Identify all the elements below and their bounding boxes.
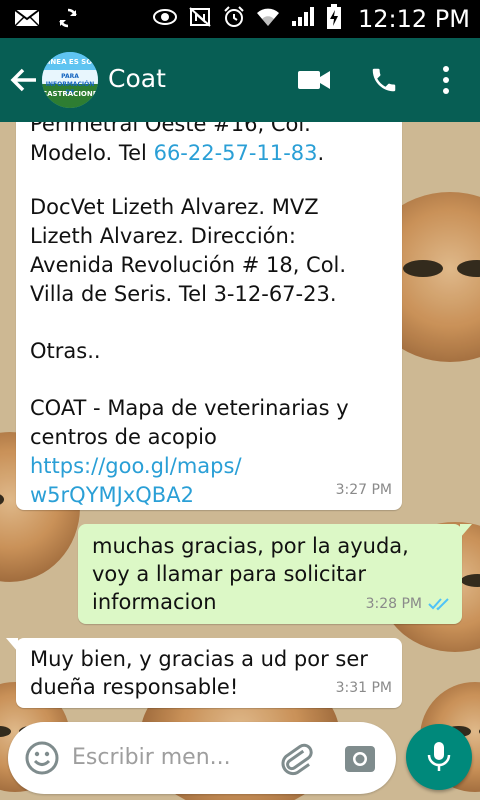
nfc-off-icon <box>188 6 212 32</box>
phone-number-link[interactable]: 66-22-57-11-83 <box>154 141 318 165</box>
video-call-icon <box>298 71 330 89</box>
attach-button[interactable] <box>278 740 314 776</box>
message-bubble-outgoing[interactable]: muchas gracias, por la ayuda, voy a llam… <box>78 524 472 624</box>
more-vert-icon <box>443 66 449 94</box>
message-text: DocVet Lizeth Alvarez. MVZ Lizeth Alvare… <box>30 195 347 306</box>
message-text: Otras.. <box>30 339 101 363</box>
double-check-read-icon <box>428 598 449 611</box>
battery-charging-icon <box>326 4 342 34</box>
back-arrow-icon <box>10 68 36 92</box>
avatar-line-1: LÍNEA ES SOL <box>43 58 97 66</box>
message-time: 3:27 PM <box>335 482 392 498</box>
more-options-button[interactable] <box>426 60 466 100</box>
message-bubble-incoming[interactable]: Muy bien, y gracias a ud por ser dueña r… <box>6 638 402 708</box>
camera-button[interactable] <box>342 740 378 776</box>
mail-icon <box>14 8 40 32</box>
back-button[interactable] <box>8 60 42 100</box>
message-text: COAT - Mapa de veterinarias y centros de… <box>30 396 349 449</box>
status-time: 12:12 PM <box>358 5 470 33</box>
wifi-icon <box>256 6 280 32</box>
attach-icon <box>281 743 313 776</box>
message-meta: 3:28 PM <box>366 590 452 618</box>
alarm-icon <box>222 5 246 33</box>
emoji-button[interactable] <box>24 740 60 776</box>
message-text: Modelo. Tel <box>30 141 154 165</box>
voice-call-button[interactable] <box>364 60 404 100</box>
message-bubble-incoming[interactable]: Perimetral Oeste #16, Col. Modelo. Tel 66… <box>16 122 402 510</box>
voice-message-button[interactable] <box>406 724 472 790</box>
camera-icon <box>345 746 375 772</box>
phone-icon <box>372 68 396 92</box>
maps-link[interactable]: https://goo.gl/maps/ w5rQYMJxQBA2 <box>30 452 388 510</box>
message-composer <box>8 722 396 794</box>
mic-icon <box>427 742 451 771</box>
bubble-tail <box>460 524 472 538</box>
contact-avatar[interactable]: LÍNEA ES SOL PARA INFORMACIÓN DE CASTRAC… <box>42 52 98 108</box>
bubble-tail <box>6 638 18 652</box>
message-time: 3:28 PM <box>365 596 422 612</box>
signal-icon <box>290 6 316 32</box>
message-meta: 3:31 PM <box>336 674 392 702</box>
message-time: 3:31 PM <box>335 680 392 696</box>
sync-icon <box>56 6 80 34</box>
eye-icon <box>152 7 178 31</box>
chat-header: LÍNEA ES SOL PARA INFORMACIÓN DE CASTRAC… <box>0 38 480 122</box>
contact-name[interactable]: Coat <box>108 64 166 93</box>
message-input[interactable] <box>72 740 262 776</box>
chat-area[interactable]: Perimetral Oeste #16, Col. Modelo. Tel 66… <box>0 122 480 800</box>
status-bar: 12:12 PM <box>0 0 480 38</box>
message-text: . <box>317 141 325 165</box>
message-meta: 3:27 PM <box>336 476 392 504</box>
message-text: Muy bien, y gracias a ud por ser dueña r… <box>30 647 368 699</box>
emoji-icon <box>25 741 59 775</box>
avatar-line-3: CASTRACIONES <box>42 90 98 98</box>
message-text: Perimetral Oeste #16, Col. <box>30 122 311 136</box>
video-call-button[interactable] <box>294 60 334 100</box>
